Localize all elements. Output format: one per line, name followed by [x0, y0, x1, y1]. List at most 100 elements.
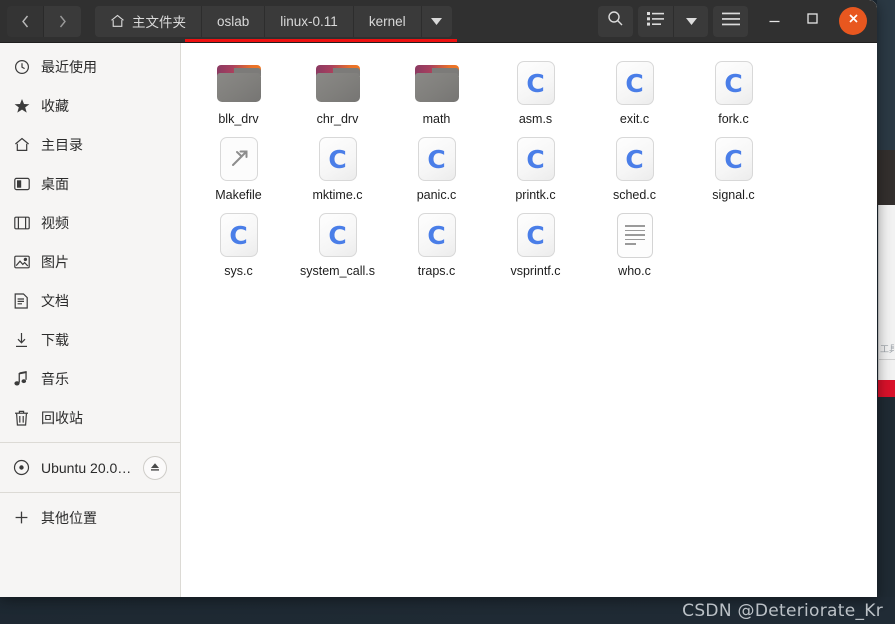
file-name: math — [422, 112, 451, 126]
menu-button[interactable] — [713, 5, 748, 37]
breadcrumb-item-home[interactable]: 主文件夹 — [95, 5, 202, 37]
file-item[interactable]: C panic.c — [387, 131, 486, 205]
sidebar-item-label: 图片 — [41, 253, 69, 270]
file-item[interactable]: C system_call.s — [288, 207, 387, 281]
sidebar-divider — [0, 492, 180, 493]
sidebar-item-ubuntu-volume[interactable]: Ubuntu 20.0… — [0, 448, 180, 487]
background-window-light-sliver: 工具 — [878, 205, 895, 380]
sidebar-item-music[interactable]: 音乐 — [0, 359, 180, 398]
eject-button[interactable] — [143, 455, 167, 480]
icon-container: C — [512, 59, 560, 107]
sidebar-item-label: 最近使用 — [41, 58, 97, 75]
file-name: blk_drv — [218, 112, 259, 126]
file-item[interactable]: C sys.c — [189, 207, 288, 281]
sidebar-item-desktop[interactable]: 桌面 — [0, 164, 180, 203]
forward-button[interactable] — [44, 5, 81, 37]
file-item[interactable]: C fork.c — [684, 55, 783, 129]
view-options-button[interactable] — [673, 5, 708, 37]
icon-container — [215, 135, 263, 183]
makefile-hammer-icon — [219, 137, 258, 181]
header-actions — [598, 0, 877, 43]
sidebar-item-documents[interactable]: 文档 — [0, 281, 180, 320]
document-icon — [13, 292, 30, 309]
eject-icon — [149, 460, 161, 476]
file-name: printk.c — [515, 188, 556, 202]
background-window-titlebar-sliver — [877, 150, 895, 205]
file-item[interactable]: C exit.c — [585, 55, 684, 129]
file-item[interactable]: C vsprintf.c — [486, 207, 585, 281]
sidebar-item-label: 其他位置 — [41, 509, 97, 526]
file-item[interactable]: chr_drv — [288, 55, 387, 129]
icon-container — [413, 59, 461, 107]
trash-icon — [13, 409, 30, 426]
text-document-icon — [616, 212, 653, 258]
icon-container: C — [611, 59, 659, 107]
file-list-view[interactable]: blk_drv chr_drv math C asm.s C exit.c C … — [181, 43, 877, 597]
file-item[interactable]: C sched.c — [585, 131, 684, 205]
sidebar-item-label: 收藏 — [41, 97, 69, 114]
c-source-icon: C — [417, 137, 456, 181]
background-window-text: 工具 — [880, 344, 894, 354]
c-source-icon: C — [615, 137, 654, 181]
sidebar-item-label: 回收站 — [41, 409, 83, 426]
file-name: system_call.s — [299, 264, 376, 278]
minimize-button[interactable] — [757, 4, 791, 38]
maximize-icon — [806, 12, 819, 30]
file-item[interactable]: C mktime.c — [288, 131, 387, 205]
breadcrumb-dropdown-button[interactable] — [421, 5, 452, 37]
breadcrumb-item-oslab[interactable]: oslab — [202, 5, 266, 37]
file-item[interactable]: blk_drv — [189, 55, 288, 129]
home-icon — [13, 136, 30, 153]
file-name: mktime.c — [312, 188, 363, 202]
close-icon — [847, 12, 860, 30]
file-item[interactable]: math — [387, 55, 486, 129]
sidebar-item-home[interactable]: 主目录 — [0, 125, 180, 164]
back-button[interactable] — [7, 5, 44, 37]
window-body: 最近使用 收藏 主目录 桌面 视频 图片 文档 下载 音乐 回收站 Ubuntu… — [0, 43, 877, 597]
download-icon — [13, 331, 30, 348]
maximize-button[interactable] — [795, 4, 829, 38]
sidebar-item-recent[interactable]: 最近使用 — [0, 47, 180, 86]
sidebar-item-trash[interactable]: 回收站 — [0, 398, 180, 437]
file-name: who.c — [618, 264, 651, 278]
close-button[interactable] — [839, 7, 867, 35]
search-button[interactable] — [598, 5, 633, 37]
disc-icon — [13, 459, 30, 476]
sidebar-item-label: 主目录 — [41, 136, 83, 153]
sidebar-item-pictures[interactable]: 图片 — [0, 242, 180, 281]
sidebar-item-videos[interactable]: 视频 — [0, 203, 180, 242]
background-window-dark — [877, 0, 895, 150]
sidebar-item-downloads[interactable]: 下载 — [0, 320, 180, 359]
icon-container: C — [413, 135, 461, 183]
sidebar-divider — [0, 442, 180, 443]
hamburger-icon — [721, 12, 740, 31]
file-item[interactable]: Makefile — [189, 131, 288, 205]
icon-container: C — [611, 135, 659, 183]
view-mode-group — [638, 5, 708, 37]
icon-container — [611, 211, 659, 259]
file-name: chr_drv — [316, 112, 359, 126]
sidebar-item-starred[interactable]: 收藏 — [0, 86, 180, 125]
sidebar-item-other-locations[interactable]: 其他位置 — [0, 498, 180, 537]
navigation-buttons — [7, 5, 81, 37]
breadcrumb-item-kernel[interactable]: kernel — [353, 5, 422, 37]
breadcrumb-item-linux-0-11[interactable]: linux-0.11 — [265, 5, 354, 37]
file-name: traps.c — [417, 264, 456, 278]
file-manager-window: 主文件夹 oslab linux-0.11 kernel 最近使用 收藏 主目录… — [0, 0, 877, 597]
c-source-icon: C — [219, 213, 258, 257]
file-item[interactable]: C traps.c — [387, 207, 486, 281]
file-name: exit.c — [619, 112, 650, 126]
view-list-button[interactable] — [638, 5, 673, 37]
red-annotation-underline — [185, 39, 457, 42]
file-item[interactable]: C asm.s — [486, 55, 585, 129]
icon-container: C — [710, 135, 758, 183]
file-item[interactable]: C signal.c — [684, 131, 783, 205]
c-source-icon: C — [516, 137, 555, 181]
sidebar-item-label: 音乐 — [41, 370, 69, 387]
file-item[interactable]: who.c — [585, 207, 684, 281]
file-item[interactable]: C printk.c — [486, 131, 585, 205]
background-window-divider — [879, 359, 895, 360]
breadcrumb: 主文件夹 oslab linux-0.11 kernel — [95, 5, 452, 37]
background-window-lower-sliver — [878, 397, 895, 597]
sidebar: 最近使用 收藏 主目录 桌面 视频 图片 文档 下载 音乐 回收站 Ubuntu… — [0, 43, 181, 597]
